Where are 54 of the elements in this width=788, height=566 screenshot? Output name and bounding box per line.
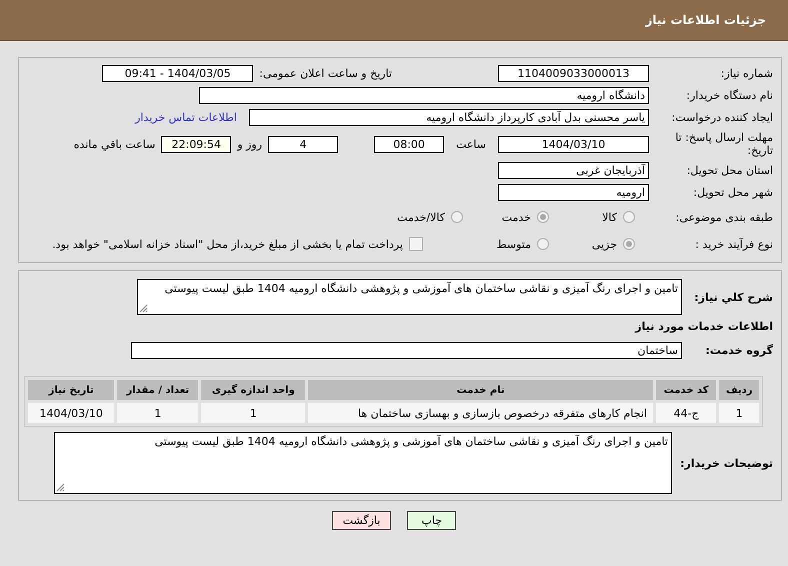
field-label: توضیحات خریدار: — [679, 456, 773, 470]
back-button[interactable]: بازگشت — [332, 511, 392, 530]
table-cell: 1 — [201, 403, 306, 423]
field-label: استان محل تحویل: — [686, 164, 773, 177]
field-label: گروه خدمت: — [704, 344, 773, 356]
process-radio[interactable]: متوسط — [469, 238, 549, 250]
need-summary-field[interactable]: تامین و اجرای رنگ آمیزی و نقاشی ساختمان های آموزشی و پژوهشی دانشگاه ارومیه 1404 طبق لیست پیوستی — [137, 279, 682, 315]
field-label: ساعت — [456, 138, 486, 150]
field-label: ایجاد کننده درخواست: — [670, 111, 773, 124]
table-cell: انجام کارهای متفرقه درخصوص بازسازی و بهسازی ساختمان ها — [308, 403, 653, 423]
table-cell: 1404/03/10 — [28, 403, 114, 423]
column-header: نام خدمت — [308, 380, 653, 400]
field-label: نام دستگاه خریدار: — [685, 89, 773, 102]
buyer-contact-link[interactable]: اطلاعات تماس خریدار — [135, 111, 237, 124]
field-label: روز و — [237, 138, 262, 150]
column-header: تاریخ نیاز — [28, 380, 114, 400]
section-heading: اطلاعات خدمات مورد نیاز — [634, 320, 773, 333]
column-header: کد خدمت — [656, 380, 716, 400]
table-cell: 1 — [719, 403, 759, 423]
page-title: جزئیات اطلاعات نیاز — [645, 13, 766, 27]
table-cell: ج-44 — [656, 403, 716, 423]
field-label: ساعت باقي مانده — [74, 138, 156, 150]
resize-grip-icon[interactable] — [139, 304, 148, 313]
province-field: آذربایجان غربی — [498, 162, 649, 179]
field-label: شماره نیاز: — [720, 67, 773, 80]
days-field: 4 — [268, 136, 338, 152]
service-group-field: ساختمان — [131, 342, 682, 358]
print-button[interactable]: چاپ — [407, 511, 456, 530]
category-radio[interactable]: خدمت — [469, 210, 549, 224]
table-cell: 1 — [117, 403, 198, 423]
field-label: مهلت ارسال پاسخ: تا تاریخ: — [674, 131, 773, 157]
need-number-field: 1104009033000013 — [498, 65, 649, 82]
field-label: نوع فرآیند خرید : — [694, 238, 773, 250]
announce-date-field: 1404/03/05 - 09:41 — [102, 65, 254, 82]
remaining-time-field: 22:09:54 — [161, 136, 232, 152]
buyer-notes-field[interactable]: تامین و اجرای رنگ آمیزی و نقاشی ساختمان های آموزشی و پژوهشی دانشگاه ارومیه 1404 طبق لیست پیوستی — [54, 432, 672, 494]
city-field: ارومیه — [498, 184, 649, 201]
buyer-name-field: دانشگاه ارومیه — [199, 87, 649, 104]
deadline-date-field: 1404/03/10 — [498, 136, 649, 152]
field-label: شرح کلي نياز: — [693, 290, 773, 304]
column-header: تعداد / مقدار — [117, 380, 198, 400]
treasury-checkbox[interactable] — [409, 237, 423, 251]
category-radio[interactable]: کالا — [555, 210, 635, 224]
column-header: ردیف — [719, 380, 759, 400]
column-header: واحد اندازه گیری — [201, 380, 306, 400]
requester-field: یاسر محسنی بدل آبادی کارپرداز دانشگاه ارومیه — [249, 109, 649, 126]
resize-grip-icon[interactable] — [56, 483, 65, 492]
field-label: طبقه بندی موضوعی: — [674, 210, 773, 224]
field-label: شهر محل تحویل: — [692, 186, 773, 199]
category-radio[interactable]: کالا/خدمت — [373, 210, 463, 224]
field-label: تاریخ و ساعت اعلان عمومی: — [259, 67, 392, 80]
deadline-time-field: 08:00 — [374, 136, 444, 152]
treasury-label: پرداخت تمام یا بخشی از مبلغ خرید،از محل "اسناد خزانه اسلامی" خواهد بود. — [52, 238, 403, 250]
process-radio[interactable]: جزیی — [555, 238, 635, 250]
